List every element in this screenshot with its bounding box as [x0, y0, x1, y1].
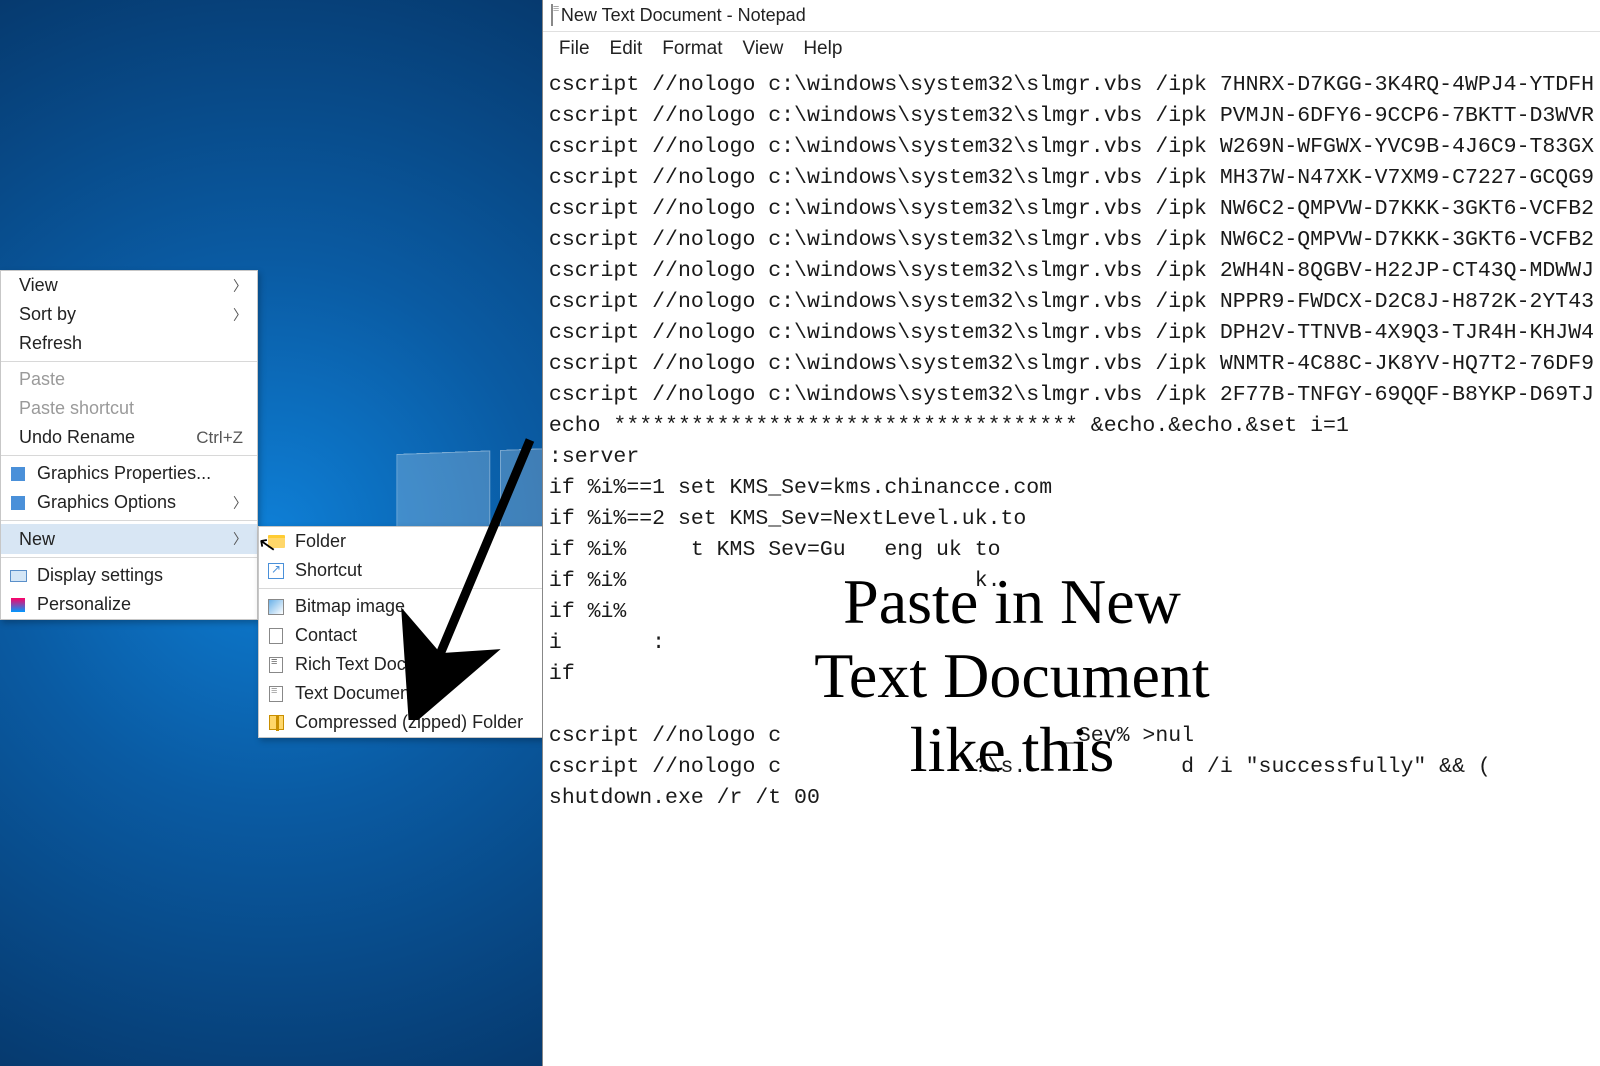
menu-refresh[interactable]: Refresh	[1, 329, 257, 358]
menu-sort-by[interactable]: Sort by 〉	[1, 300, 257, 329]
bitmap-icon	[267, 598, 285, 616]
menu-graphics-options[interactable]: Graphics Options 〉	[1, 488, 257, 517]
menu-sort-label: Sort by	[19, 304, 76, 325]
display-icon	[9, 567, 27, 585]
new-bitmap[interactable]: Bitmap image	[259, 592, 542, 621]
graphics-icon	[9, 494, 27, 512]
menu-paste-shortcut-label: Paste shortcut	[19, 398, 134, 419]
menu-undo-shortcut: Ctrl+Z	[196, 428, 243, 448]
notepad-text-area[interactable]: cscript //nologo c:\windows\system32\slm…	[543, 66, 1600, 1066]
menu-refresh-label: Refresh	[19, 333, 82, 354]
rtf-icon	[267, 656, 285, 674]
menu-separator	[1, 520, 257, 521]
menu-personalize-label: Personalize	[37, 594, 131, 615]
menu-paste: Paste	[1, 365, 257, 394]
notepad-icon	[551, 5, 553, 26]
menu-view-label: View	[19, 275, 58, 296]
new-shortcut[interactable]: Shortcut	[259, 556, 542, 585]
menu-display-settings[interactable]: Display settings	[1, 561, 257, 590]
chevron-right-icon: 〉	[233, 305, 247, 325]
menu-view-notepad[interactable]: View	[734, 36, 791, 62]
menu-new[interactable]: New 〉	[1, 524, 257, 554]
menu-display-label: Display settings	[37, 565, 163, 586]
contact-icon	[267, 627, 285, 645]
menu-separator	[1, 361, 257, 362]
menu-separator	[1, 557, 257, 558]
menu-graphics-opts-label: Graphics Options	[37, 492, 176, 513]
new-shortcut-label: Shortcut	[295, 560, 362, 581]
new-txt-label: Text Document	[295, 683, 415, 704]
new-contact[interactable]: Contact	[259, 621, 542, 650]
menu-undo-label: Undo Rename	[19, 427, 135, 448]
new-text-document[interactable]: Text Document	[259, 679, 542, 708]
new-rtf-label: Rich Text Documer	[295, 654, 447, 675]
new-bitmap-label: Bitmap image	[295, 596, 405, 617]
new-rich-text[interactable]: Rich Text Documer	[259, 650, 542, 679]
menu-view[interactable]: View 〉	[1, 271, 257, 300]
menu-edit[interactable]: Edit	[602, 36, 651, 62]
desktop-pane[interactable]: View 〉 Sort by 〉 Refresh Paste Paste sho…	[0, 0, 542, 1066]
zip-icon	[267, 714, 285, 732]
notepad-menubar: File Edit Format View Help	[543, 32, 1600, 66]
chevron-right-icon: 〉	[233, 276, 247, 296]
menu-graphics-props-label: Graphics Properties...	[37, 463, 211, 484]
menu-new-label: New	[19, 529, 55, 550]
notepad-title: New Text Document - Notepad	[561, 5, 806, 26]
notepad-window: New Text Document - Notepad File Edit Fo…	[542, 0, 1600, 1066]
menu-separator	[259, 588, 542, 589]
graphics-icon	[9, 465, 27, 483]
new-submenu: Folder Shortcut Bitmap image Contact Ric…	[258, 526, 542, 738]
menu-paste-shortcut: Paste shortcut	[1, 394, 257, 423]
new-zip-label: Compressed (zipped) Folder	[295, 712, 523, 733]
menu-separator	[1, 455, 257, 456]
text-icon	[267, 685, 285, 703]
menu-help[interactable]: Help	[795, 36, 850, 62]
menu-paste-label: Paste	[19, 369, 65, 390]
menu-file[interactable]: File	[551, 36, 598, 62]
shortcut-icon	[267, 562, 285, 580]
chevron-right-icon: 〉	[233, 493, 247, 513]
menu-format[interactable]: Format	[654, 36, 730, 62]
new-zip-folder[interactable]: Compressed (zipped) Folder	[259, 708, 542, 737]
menu-undo-rename[interactable]: Undo Rename Ctrl+Z	[1, 423, 257, 452]
new-contact-label: Contact	[295, 625, 357, 646]
desktop-context-menu: View 〉 Sort by 〉 Refresh Paste Paste sho…	[0, 270, 258, 620]
menu-personalize[interactable]: Personalize	[1, 590, 257, 619]
chevron-right-icon: 〉	[233, 529, 247, 549]
new-folder-label: Folder	[295, 531, 346, 552]
personalize-icon	[9, 596, 27, 614]
notepad-titlebar[interactable]: New Text Document - Notepad	[543, 0, 1600, 32]
menu-graphics-properties[interactable]: Graphics Properties...	[1, 459, 257, 488]
new-folder[interactable]: Folder	[259, 527, 542, 556]
